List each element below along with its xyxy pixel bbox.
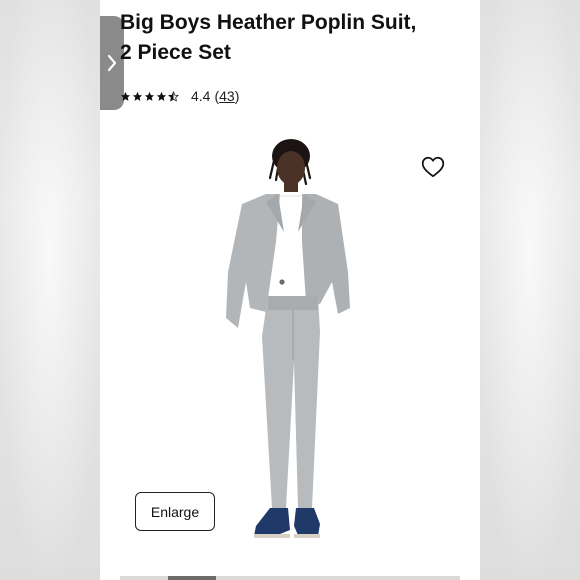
- star-icon: [144, 91, 155, 101]
- rating-count-close: ): [234, 88, 240, 104]
- product-title: Big Boys Heather Poplin Suit, 2 Piece Se…: [120, 8, 470, 68]
- enlarge-button[interactable]: Enlarge: [135, 492, 215, 531]
- chevron-right-icon: [107, 54, 117, 72]
- star-icon: [156, 91, 167, 101]
- rating-count-link[interactable]: 43: [219, 88, 235, 104]
- blurred-left-panel: [0, 0, 100, 580]
- carousel-scroll-thumb[interactable]: [167, 576, 216, 580]
- rating-stars: [120, 90, 179, 102]
- product-title-line2: 2 Piece Set: [120, 41, 231, 64]
- product-card: Big Boys Heather Poplin Suit, 2 Piece Se…: [100, 0, 480, 580]
- rating-value: 4.4: [191, 88, 211, 104]
- star-icon: [132, 91, 143, 101]
- product-rating[interactable]: 4.4 (43): [120, 86, 239, 106]
- star-icon: [120, 91, 131, 101]
- half-star-icon: [168, 90, 179, 102]
- heart-outline-icon[interactable]: [420, 154, 446, 180]
- product-image-model[interactable]: [220, 132, 360, 542]
- product-title-line1: Big Boys Heather Poplin Suit,: [120, 11, 417, 34]
- blurred-right-panel: [480, 0, 580, 580]
- image-carousel-scrollbar[interactable]: [120, 576, 460, 580]
